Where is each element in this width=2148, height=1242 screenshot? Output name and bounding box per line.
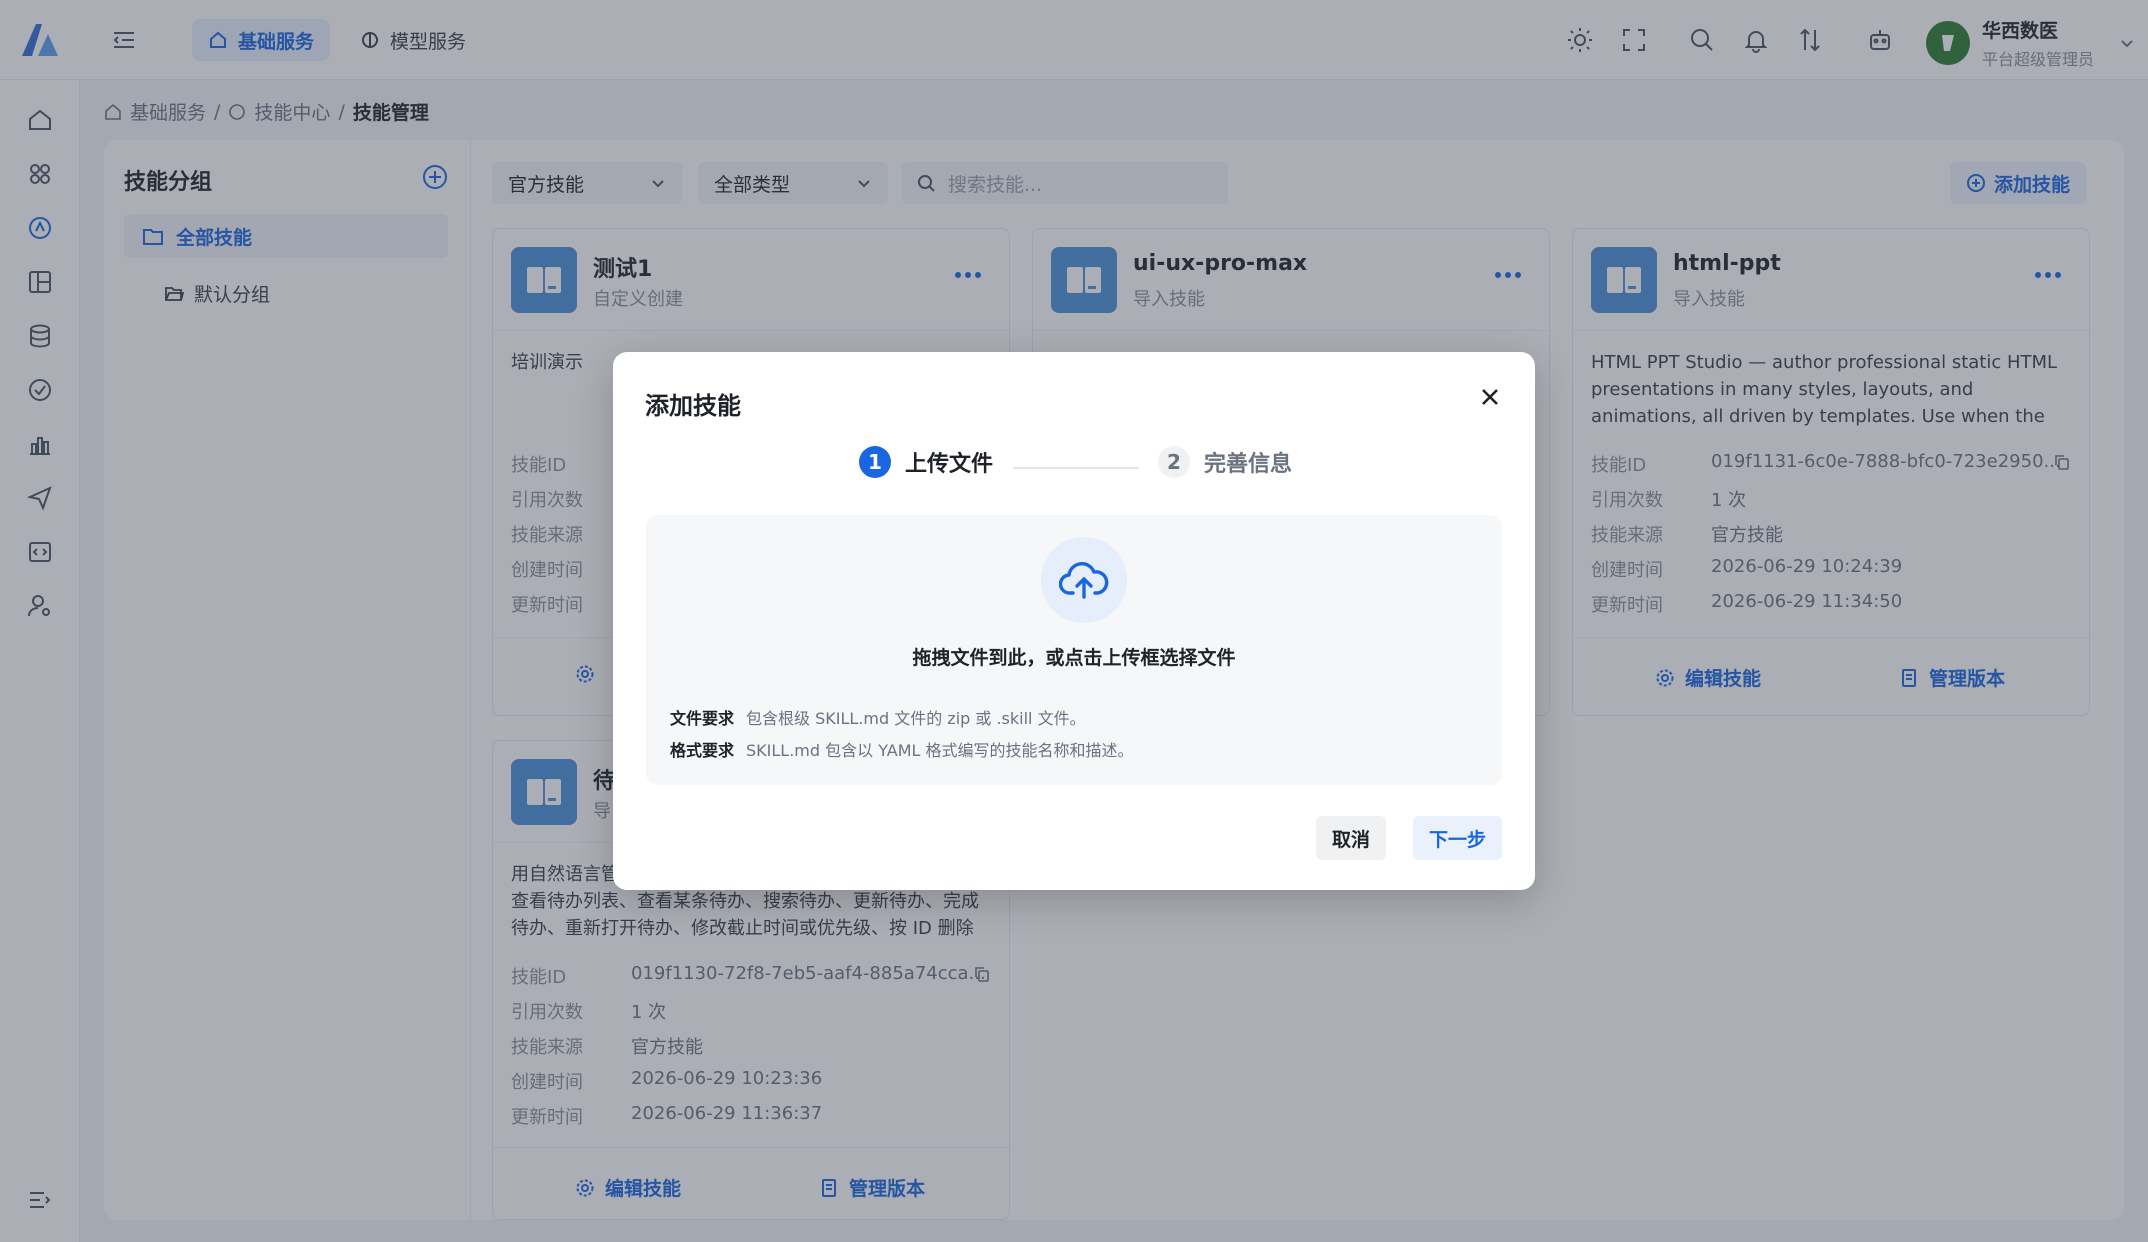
next-button[interactable]: 下一步 (1413, 816, 1503, 860)
step-number: 1 (859, 446, 891, 478)
upload-cloud-icon (1041, 537, 1127, 623)
format-requirement: 格式要求 SKILL.md 包含以 YAML 格式编写的技能名称和描述。 (670, 737, 1134, 761)
step-label: 上传文件 (905, 452, 994, 477)
file-requirement: 文件要求 包含根级 SKILL.md 文件的 zip 或 .skill 文件。 (670, 705, 1086, 729)
requirement-label: 格式要求 (670, 741, 735, 760)
close-icon[interactable] (1479, 386, 1501, 408)
step-label: 完善信息 (1204, 452, 1293, 477)
upload-dropzone[interactable]: 拖拽文件到此，或点击上传框选择文件 文件要求 包含根级 SKILL.md 文件的 … (646, 515, 1502, 785)
dropzone-text: 拖拽文件到此，或点击上传框选择文件 (912, 647, 1236, 669)
cancel-button[interactable]: 取消 (1316, 816, 1387, 860)
modal-title: 添加技能 (645, 392, 741, 420)
requirement-text: SKILL.md 包含以 YAML 格式编写的技能名称和描述。 (746, 741, 1134, 760)
step-connector (1013, 467, 1139, 469)
step-details: 2 完善信息 (1158, 446, 1292, 478)
requirement-label: 文件要求 (670, 709, 735, 728)
add-skill-modal: 添加技能 1 上传文件 2 完善信息 拖拽文件到此，或点击上传框选择文件 文件要… (613, 352, 1535, 890)
step-number: 2 (1158, 446, 1190, 478)
step-upload: 1 上传文件 (859, 446, 993, 478)
app-root: 基础服务 模型服务 华西数医 平台超级管理员 基础服务 / 技能中心 / 技能管… (0, 0, 2148, 1242)
requirement-text: 包含根级 SKILL.md 文件的 zip 或 .skill 文件。 (746, 709, 1086, 728)
